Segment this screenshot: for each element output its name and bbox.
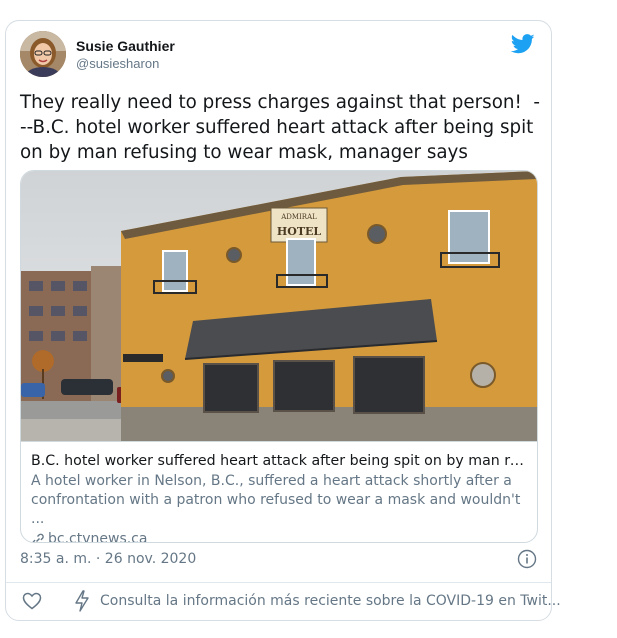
hotel-photo: ADMIRAL HOTEL — [21, 171, 537, 441]
lightning-icon — [75, 590, 89, 612]
info-icon[interactable] — [517, 549, 537, 569]
link-preview-body[interactable]: B.C. hotel worker suffered heart attack … — [21, 441, 537, 543]
link-preview-card[interactable]: ADMIRAL HOTEL B.C. hotel worker suffered… — [20, 170, 538, 543]
tweet-card: Susie Gauthier @susiesharon They really … — [5, 20, 561, 621]
link-domain-row[interactable]: bc.ctvnews.ca — [31, 530, 527, 543]
link-icon — [32, 533, 44, 542]
tweet-timestamp[interactable]: 8:35 a. m. · 26 nov. 2020 — [20, 551, 196, 567]
tweet-text: They really need to press charges agains… — [20, 92, 541, 163]
heart-icon[interactable] — [22, 592, 42, 610]
twitter-bird-icon[interactable] — [511, 33, 535, 55]
footer-divider — [6, 582, 551, 583]
author-name[interactable]: Susie Gauthier — [76, 38, 175, 54]
link-domain: bc.ctvnews.ca — [48, 531, 148, 543]
sign-main-text: HOTEL — [277, 225, 322, 238]
covid-info-link[interactable]: Consulta la información más reciente sob… — [100, 593, 561, 609]
link-title[interactable]: B.C. hotel worker suffered heart attack … — [31, 452, 527, 471]
sign-top-text: ADMIRAL — [280, 213, 317, 221]
avatar[interactable] — [20, 31, 66, 77]
author-handle[interactable]: @susiesharon — [76, 56, 159, 71]
link-description: A hotel worker in Nelson, B.C., suffered… — [31, 473, 521, 527]
